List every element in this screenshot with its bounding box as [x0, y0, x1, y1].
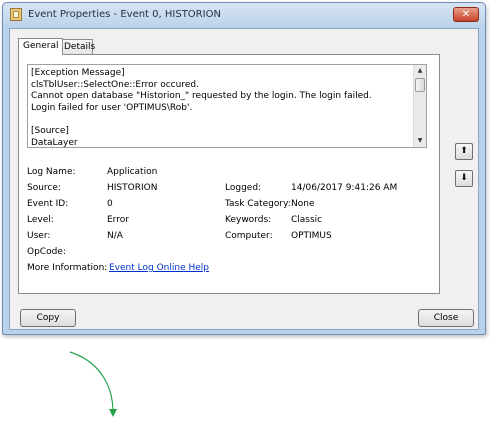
annotation-arrowhead [109, 409, 117, 417]
annotation-arrow [69, 351, 117, 417]
annotation-arrow-line [69, 351, 114, 411]
tab-general[interactable]: General [18, 38, 64, 55]
